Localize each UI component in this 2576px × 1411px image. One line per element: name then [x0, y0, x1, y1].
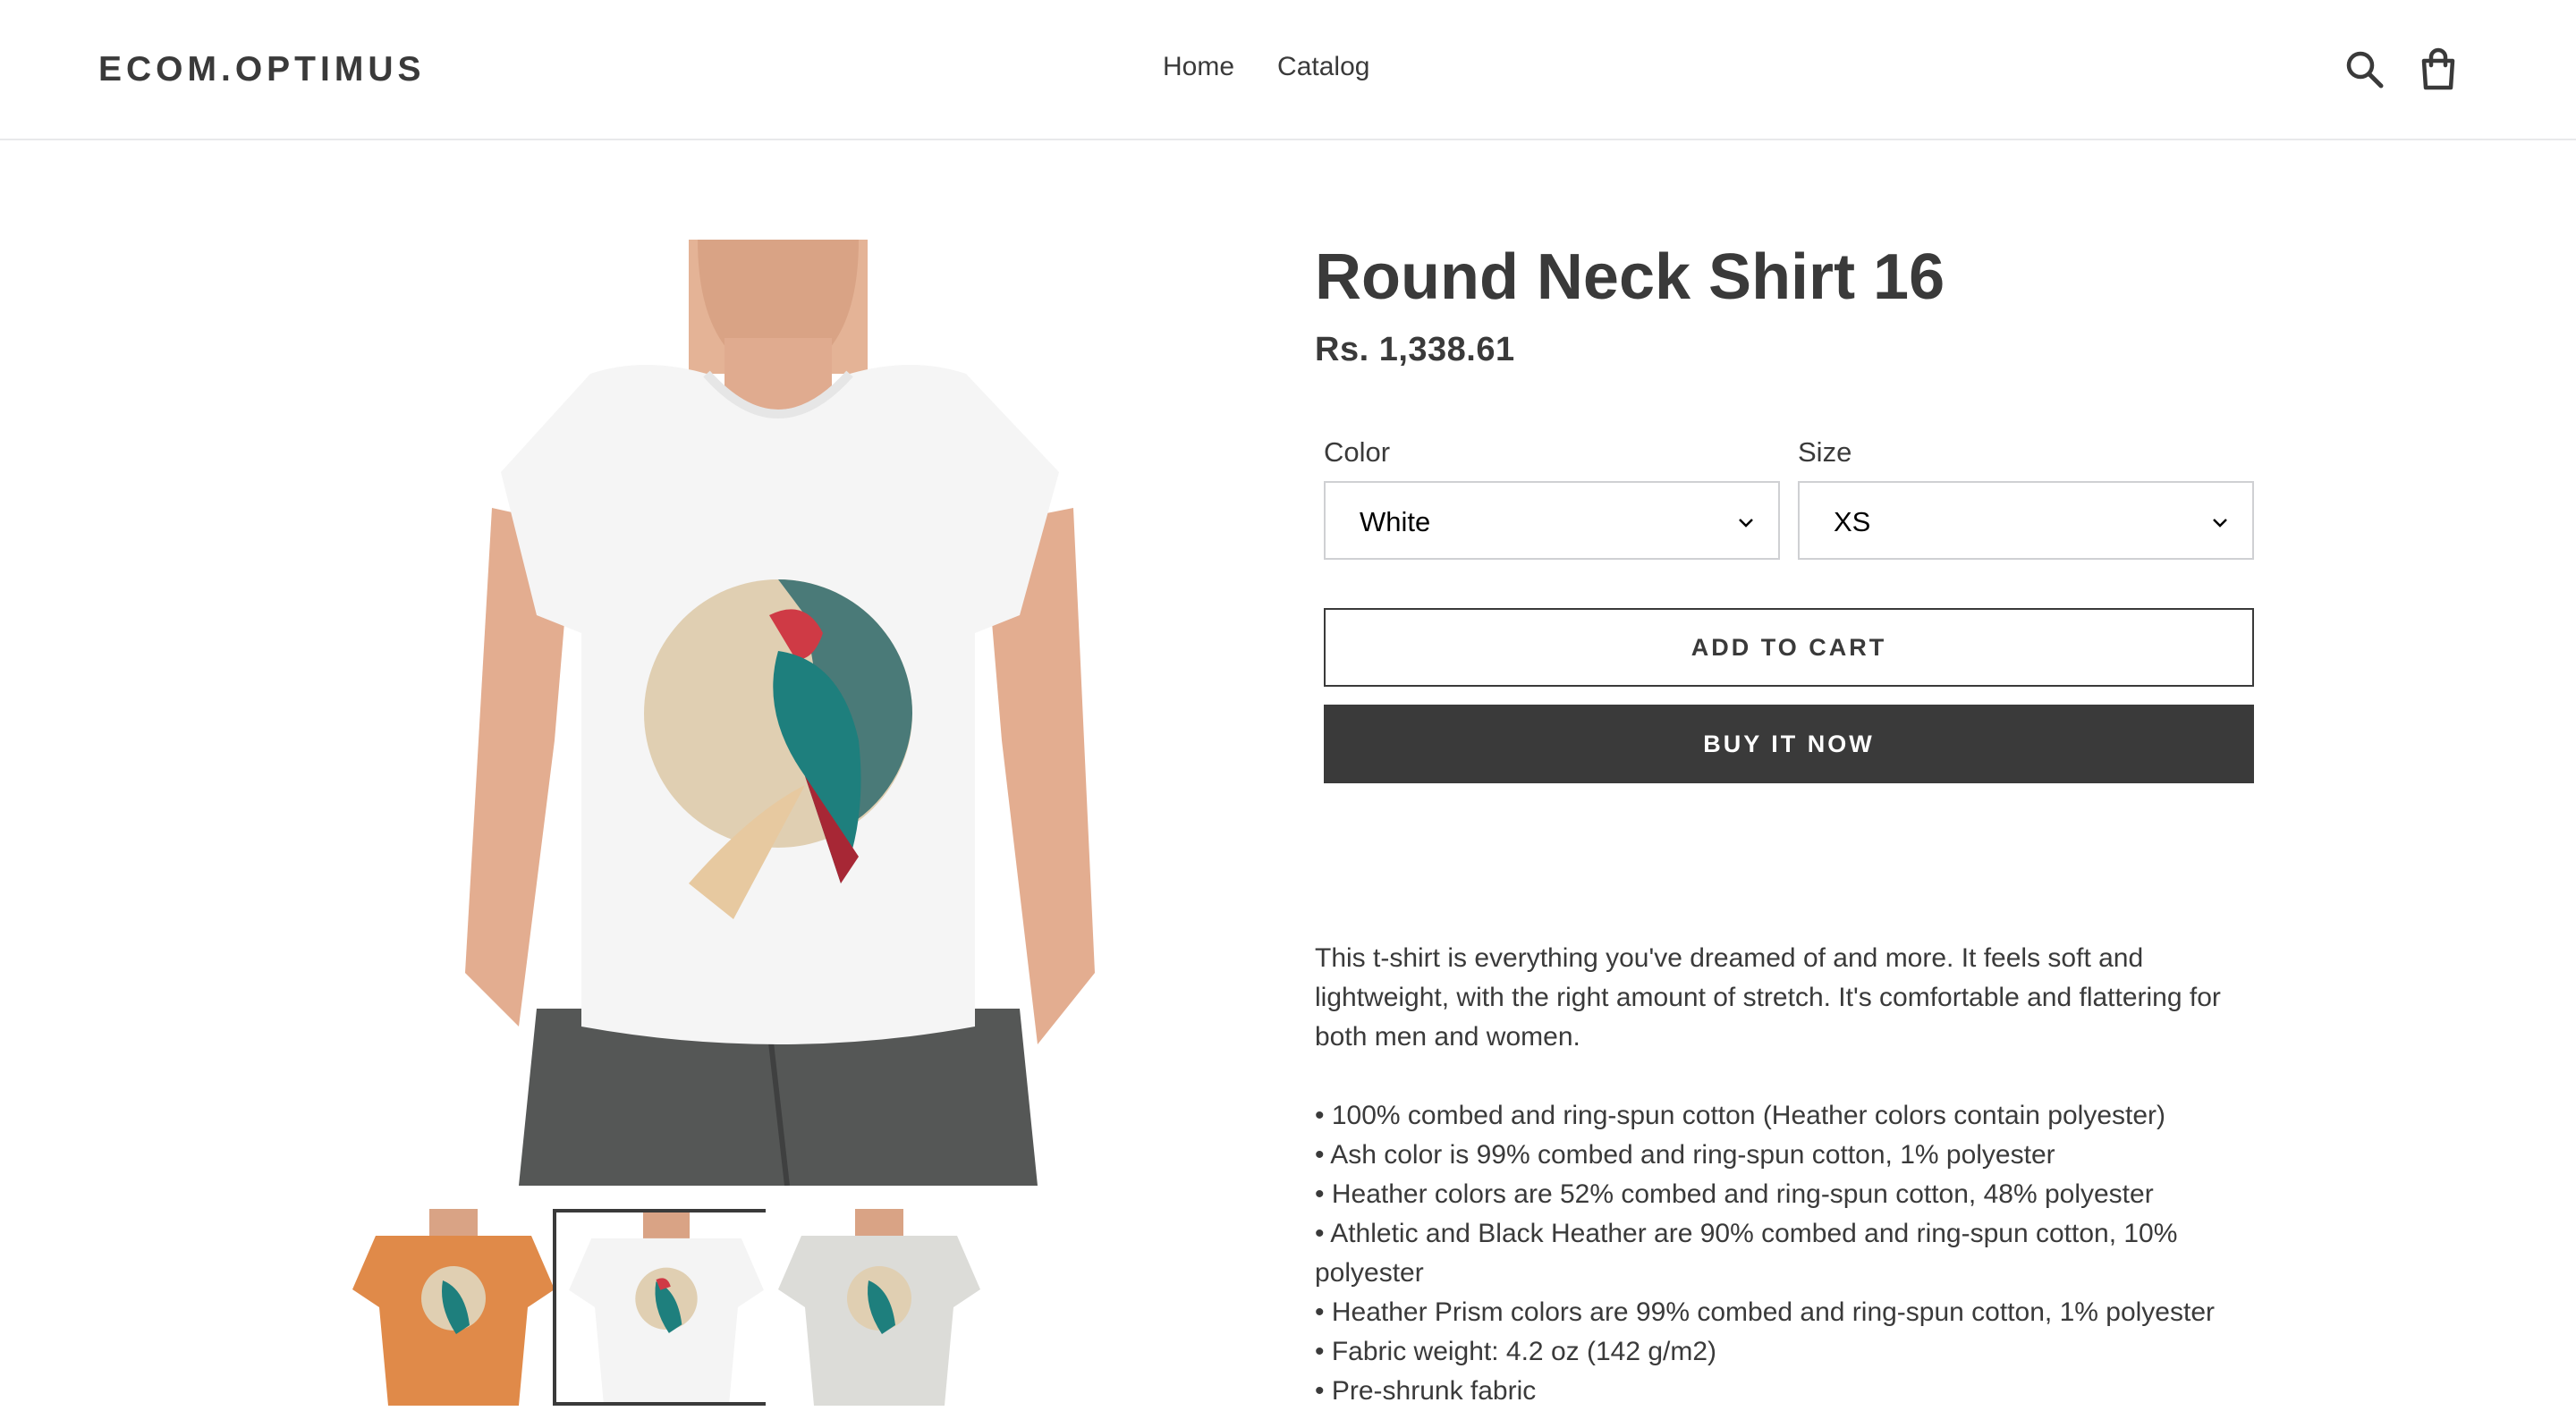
cart-icon — [2421, 47, 2455, 90]
description-bullet: Fabric weight: 4.2 oz (142 g/m2) — [1315, 1332, 2236, 1372]
size-select-value: XS — [1834, 506, 1871, 537]
description-bullet: Pre-shrunk fabric — [1315, 1372, 2236, 1411]
product-price: Rs. 1,338.61 — [1315, 331, 1515, 368]
nav-home-link[interactable]: Home — [1163, 52, 1234, 82]
thumbnail-white-photo — [569, 1212, 764, 1402]
description-bullet: Heather Prism colors are 99% combed and … — [1315, 1293, 2236, 1332]
nav-catalog-link[interactable]: Catalog — [1277, 52, 1369, 82]
chevron-down-icon — [2213, 519, 2227, 528]
description-bullet: Athletic and Black Heather are 90% combe… — [1315, 1214, 2236, 1293]
product-description: This t-shirt is everything you've dreame… — [1315, 939, 2236, 1411]
description-bullet: Ash color is 99% combed and ring-spun co… — [1315, 1136, 2236, 1175]
chevron-down-icon — [1739, 519, 1753, 528]
description-bullets: 100% combed and ring-spun cotton (Heathe… — [1315, 1096, 2236, 1411]
thumbnail-orange-photo — [352, 1209, 555, 1406]
size-option: Size XS — [1798, 436, 2254, 560]
buy-it-now-button[interactable]: BUY IT NOW — [1324, 705, 2254, 783]
description-intro: This t-shirt is everything you've dreame… — [1315, 943, 2221, 1052]
description-bullet: 100% combed and ring-spun cotton (Heathe… — [1315, 1096, 2236, 1136]
description-bullet: Heather colors are 52% combed and ring-s… — [1315, 1175, 2236, 1214]
main-nav: Home Catalog — [1163, 52, 1369, 82]
size-select[interactable]: XS — [1798, 481, 2254, 560]
thumbnail-ash-photo — [778, 1209, 980, 1406]
size-label: Size — [1798, 436, 1852, 468]
thumbnail-ash[interactable] — [766, 1209, 993, 1406]
thumbnail-white[interactable] — [553, 1209, 780, 1406]
product-photo — [465, 240, 1095, 1186]
thumbnail-orange[interactable] — [340, 1209, 567, 1406]
product-info: Round Neck Shirt 16 Rs. 1,338.61 — [1315, 240, 2254, 369]
store-logo[interactable]: ECOM.OPTIMUS — [98, 50, 426, 89]
cart-button[interactable] — [2415, 46, 2462, 93]
site-header: ECOM.OPTIMUS Home Catalog — [0, 0, 2576, 140]
product-options: Color White Size XS — [1324, 436, 2254, 562]
product-main-image[interactable] — [465, 240, 1095, 1186]
color-select-value: White — [1360, 506, 1431, 537]
search-button[interactable] — [2342, 46, 2388, 93]
product-title: Round Neck Shirt 16 — [1315, 241, 1945, 313]
search-icon — [2346, 51, 2384, 89]
thumbnail-strip — [322, 1209, 1038, 1406]
color-select[interactable]: White — [1324, 481, 1780, 560]
color-option: Color White — [1324, 436, 1780, 560]
color-label: Color — [1324, 436, 1391, 468]
add-to-cart-button[interactable]: ADD TO CART — [1324, 608, 2254, 687]
